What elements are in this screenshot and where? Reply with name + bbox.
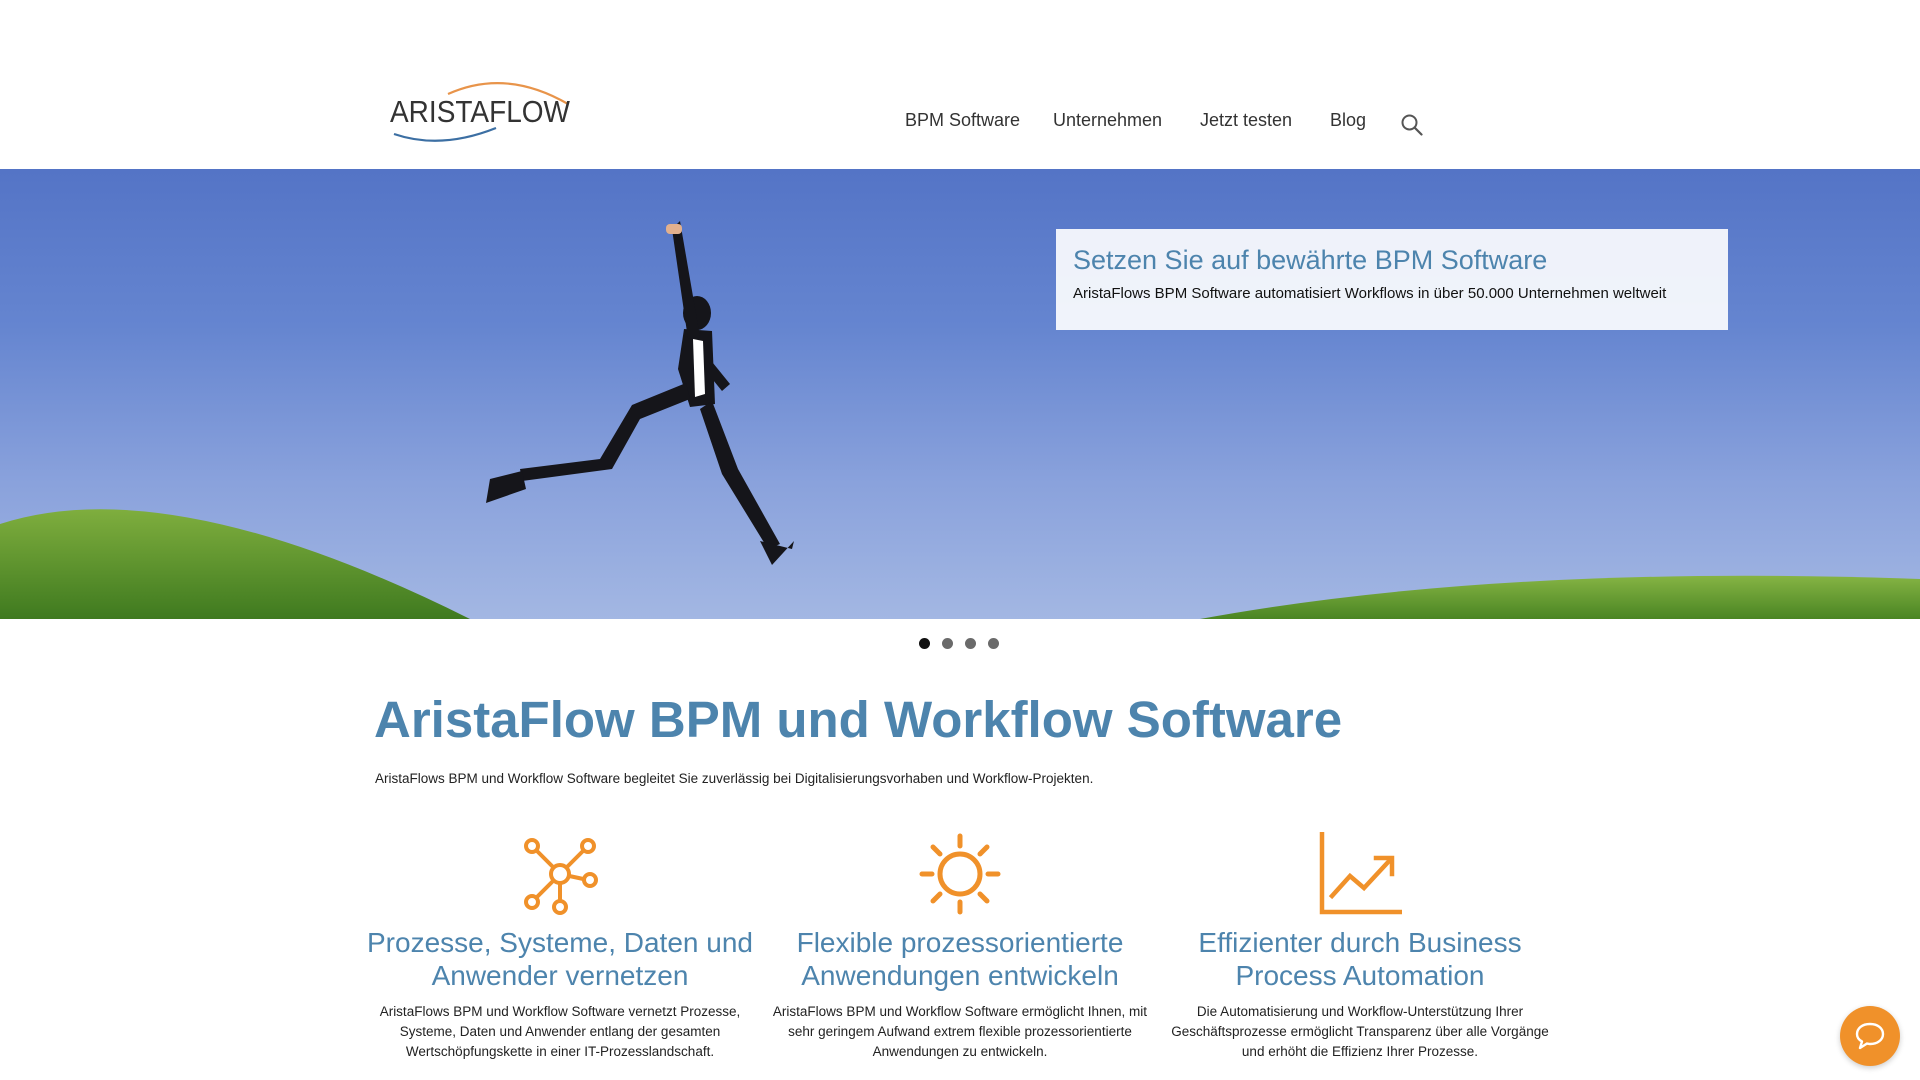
page-title: AristaFlow BPM und Workflow Software	[374, 691, 1343, 748]
feature-text: AristaFlows BPM und Workflow Software er…	[772, 1004, 1148, 1059]
nav-item-bpm-software[interactable]: BPM Software	[905, 110, 1020, 131]
nav-item-blog[interactable]: Blog	[1330, 110, 1366, 131]
feature-title: Prozesse, Systeme, Daten und Anwender ve…	[367, 927, 753, 991]
site-header: ARISTAFLOW BPM Software Unternehmen Jetz…	[0, 0, 1920, 169]
feature-title: Effizienter durch Business Process Autom…	[1198, 927, 1522, 991]
feature-title: Flexible prozessorientierte Anwendungen …	[796, 927, 1124, 991]
nav-item-jetzt-testen[interactable]: Jetzt testen	[1200, 110, 1292, 131]
hero-title: Setzen Sie auf bewährte BPM Software	[1073, 245, 1548, 275]
chat-launcher-button[interactable]	[1840, 1006, 1900, 1066]
slider-dot-3[interactable]	[965, 638, 976, 649]
feature-card-network: Prozesse, Systeme, Daten und Anwender ve…	[365, 832, 755, 1062]
chat-bubble-icon	[1855, 1022, 1885, 1050]
nav-item-unternehmen[interactable]: Unternehmen	[1053, 110, 1162, 131]
hero-subtitle: AristaFlows BPM Software automatisiert W…	[1073, 285, 1667, 302]
page-intro: AristaFlows BPM und Workflow Software be…	[375, 771, 1094, 786]
feature-card-flexible: Flexible prozessorientierte Anwendungen …	[765, 832, 1155, 1062]
feature-text: AristaFlows BPM und Workflow Software ve…	[379, 1004, 741, 1059]
search-icon[interactable]	[1400, 113, 1424, 137]
sun-icon	[919, 833, 1001, 915]
slider-dot-1[interactable]	[919, 638, 930, 649]
aristaflow-logo[interactable]: ARISTAFLOW	[386, 76, 576, 142]
svg-text:ARISTAFLOW: ARISTAFLOW	[390, 94, 571, 129]
slider-dot-4[interactable]	[988, 638, 999, 649]
growth-chart-icon	[1319, 832, 1402, 915]
hero-banner: Setzen Sie auf bewährte BPM Software Ari…	[0, 169, 1920, 619]
feature-text: Die Automatisierung und Workflow-Unterst…	[1171, 1004, 1549, 1059]
feature-card-efficiency: Effizienter durch Business Process Autom…	[1165, 832, 1555, 1062]
hero-caption-card: Setzen Sie auf bewährte BPM Software Ari…	[1056, 229, 1728, 330]
slider-dot-2[interactable]	[942, 638, 953, 649]
network-icon	[524, 838, 598, 915]
